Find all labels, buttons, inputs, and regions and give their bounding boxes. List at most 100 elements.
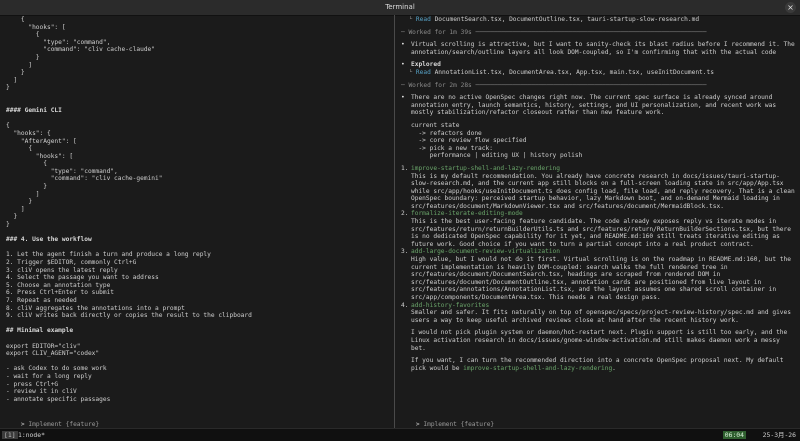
left-line: "command": "cliv cache-claude" — [6, 46, 156, 54]
state-line: performance | editing UX | history polis… — [411, 152, 583, 160]
state-line: current state — [411, 121, 460, 129]
window-titlebar: Terminal × — [0, 0, 800, 16]
left-line: 8. cliV aggregates the annotations into … — [6, 304, 185, 312]
list-item-number: 4. — [401, 301, 409, 309]
left-line: } — [6, 84, 10, 92]
left-line: "hooks": [ — [6, 23, 66, 31]
left-line: 6. Press Ctrl+Enter to submit — [6, 289, 115, 297]
list-item-number: 3. — [401, 248, 409, 256]
left-line: ### 4. Use the workflow — [6, 236, 92, 244]
left-pane-output: { "hooks": [ { "type": "command", "comma… — [6, 16, 390, 403]
left-line: "type": "command", — [6, 167, 118, 175]
list-item-name: add-large-document-review-virtualization — [411, 248, 561, 256]
list-item-body: This is the best user-facing feature can… — [411, 218, 791, 248]
worked-divider-1: ─ Worked for 1m 39s ────────────────────… — [401, 28, 707, 36]
left-line: "command": "cliv cache-gemini" — [6, 175, 163, 183]
right-prompt-caret: > — [415, 421, 420, 428]
state-line: -> core review flow specified — [411, 137, 527, 145]
list-item: 3. add-large-document-review-virtualizati… — [401, 248, 796, 301]
left-line — [6, 320, 390, 328]
right-prompt-placeholder[interactable]: Implement {feature} — [423, 421, 494, 428]
right-prompt[interactable]: > Implement {feature} — [401, 411, 794, 428]
message-paragraph-1: • Virtual scrolling is attractive, but I … — [401, 41, 795, 56]
left-line: 4. Select the passage you want to addres… — [6, 274, 159, 282]
left-line: } — [6, 183, 47, 191]
clock-date: 25-3月-26 — [762, 431, 796, 439]
left-line: } — [6, 221, 10, 229]
right-terminal-pane[interactable]: └ Read DocumentSearch.tsx, DocumentOutli… — [395, 15, 800, 428]
read-files: DocumentSearch.tsx, DocumentOutline.tsx,… — [434, 16, 700, 23]
state-line: -> pick a new track: — [411, 144, 493, 152]
left-line — [6, 92, 390, 100]
recommended-pick: improve-startup-shell-and-lazy-rendering — [463, 364, 613, 372]
list-item-number: 2. — [401, 210, 409, 218]
left-line: "AfterAgent": [ — [6, 137, 77, 145]
left-prompt-caret: > — [20, 421, 25, 428]
current-state-block: current state -> refactors done -> core … — [401, 122, 796, 160]
left-line: 9. cliV writes back directly or copies t… — [6, 312, 252, 320]
left-line: 2. Trigger $EDITOR, commonly Ctrl+G — [6, 259, 137, 266]
left-line: } — [6, 213, 18, 221]
left-line: ] — [6, 61, 33, 69]
read-label: Read — [415, 16, 431, 23]
explored-files-line: └ Read AnnotationList.tsx, DocumentArea.… — [408, 68, 714, 76]
left-line: } — [6, 53, 40, 61]
left-line: { — [6, 145, 33, 153]
list-item-number: 1. — [401, 164, 409, 172]
list-item-name: improve-startup-shell-and-lazy-rendering — [411, 164, 561, 172]
left-line — [6, 100, 390, 108]
list-item: 2. formalize-iterate-editing-mode This is … — [401, 210, 796, 248]
left-line: 5. Choose an annotation type — [6, 281, 111, 289]
left-line: ] — [6, 205, 25, 213]
window-name[interactable]: 1:node* — [18, 429, 45, 441]
window-number[interactable]: [1] — [2, 431, 18, 439]
left-line: - review it in cliV — [6, 388, 77, 396]
list-item-name: formalize-iterate-editing-mode — [411, 210, 523, 218]
left-line: 1. Let the agent finish a turn and produ… — [6, 251, 211, 259]
list-item-body: This is my default recommendation. You a… — [411, 172, 795, 210]
left-line: "hooks": { — [6, 129, 51, 137]
left-line: - wait for a long reply — [6, 372, 92, 380]
clock-time: 06:04 — [722, 431, 746, 439]
state-line: -> refactors done — [411, 129, 482, 137]
read-files-line: └ Read DocumentSearch.tsx, DocumentOutli… — [408, 16, 700, 23]
left-line: "type": "command", — [6, 38, 111, 46]
left-line: 7. Repeat as needed — [6, 296, 77, 304]
left-line: ] — [6, 190, 40, 198]
list-item-body: High value, but I would not do it first.… — [411, 256, 791, 301]
message-paragraph-3: I would not pick plugin system or daemon… — [411, 329, 788, 352]
left-line: - press Ctrl+G — [6, 380, 59, 388]
left-line: } — [6, 69, 25, 77]
left-line: } — [6, 198, 33, 206]
left-line — [6, 229, 390, 237]
left-terminal-pane[interactable]: { "hooks": [ { "type": "command", "comma… — [0, 15, 394, 428]
left-line: { — [6, 122, 10, 130]
left-line — [6, 358, 390, 366]
left-line — [6, 335, 390, 343]
left-line: #### Gemini CLI — [6, 107, 62, 115]
left-line: { — [6, 31, 40, 39]
list-item: 4. add-history-favorites Smaller and safer… — [401, 302, 796, 325]
left-line: - ask Codex to do some work — [6, 365, 107, 373]
left-line: - annotate specific passages — [6, 395, 111, 403]
list-item-name: add-history-favorites — [411, 301, 490, 309]
left-line — [6, 115, 390, 123]
worked-divider-2: ─ Worked for 2m 28s ────────────────────… — [401, 81, 707, 89]
right-pane-output: └ Read DocumentSearch.tsx, DocumentOutli… — [401, 16, 796, 372]
left-line: { — [6, 16, 25, 23]
left-line: 3. cliV opens the latest reply — [6, 266, 118, 274]
left-line: ## Minimal example — [6, 327, 74, 335]
left-line: export EDITOR="cliv" — [6, 342, 81, 350]
left-line: { — [6, 160, 47, 168]
close-button[interactable]: × — [785, 2, 796, 13]
left-prompt-placeholder[interactable]: Implement {feature} — [28, 421, 99, 428]
left-prompt[interactable]: > Implement {feature} — [6, 411, 388, 428]
left-line — [6, 244, 390, 252]
left-line: ] — [6, 76, 18, 84]
tmux-status-bar: [1] 1:node* 06:04 25-3月-26 — [0, 428, 800, 441]
list-item-body: Smaller and safer. It fits naturally on … — [411, 309, 791, 324]
message-paragraph-2: • There are no active OpenSpec changes ri… — [401, 94, 777, 117]
explored-block: • Explored — [401, 61, 796, 69]
explored-title: Explored — [411, 61, 441, 69]
list-item: 1. improve-startup-shell-and-lazy-renderi… — [401, 165, 796, 211]
